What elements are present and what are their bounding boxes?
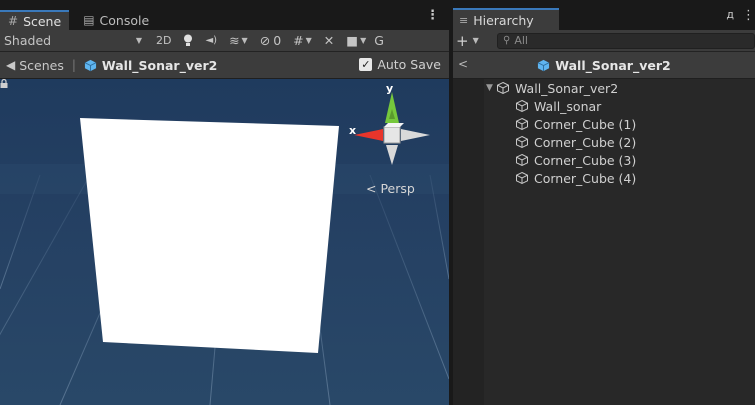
effects-icon: ≋ <box>229 33 240 48</box>
plus-icon: + <box>456 31 469 50</box>
prefab-mode-title-label: Wall_Sonar_ver2 <box>555 58 671 73</box>
search-input[interactable]: ⚲ All <box>497 32 755 49</box>
hierarchy-panel: ≡ Hierarchy д ⋮ + ▼ ⚲ All < Wall_Sonar_v… <box>453 0 755 405</box>
gizmo-x-label: x <box>349 124 357 137</box>
tree-row-label: Wall_sonar <box>534 98 602 114</box>
tab-scene-label: Scene <box>23 13 62 29</box>
hash-grid-icon: # <box>8 14 19 28</box>
hierarchy-list-icon: ≡ <box>459 13 469 27</box>
chevron-down-icon: ▼ <box>360 36 367 45</box>
tree-row[interactable]: Corner_Cube (4) <box>453 169 755 187</box>
auto-save-label: Auto Save <box>377 57 441 72</box>
tab-hierarchy[interactable]: ≡ Hierarchy <box>453 8 559 30</box>
gameobject-icon <box>516 117 528 131</box>
tree-row[interactable]: Corner_Cube (3) <box>453 151 755 169</box>
kebab-menu-icon[interactable]: ⋮ <box>426 8 439 23</box>
gameobject-icon <box>516 153 528 167</box>
gameobject-icon <box>516 99 528 113</box>
tab-scene[interactable]: # Scene <box>0 10 70 30</box>
tree-row[interactable]: Corner_Cube (1) <box>453 115 755 133</box>
hierarchy-tabbar: ≡ Hierarchy д ⋮ <box>453 0 755 30</box>
add-object-button[interactable]: + ▼ <box>453 32 497 50</box>
shading-mode-label: Shaded <box>4 33 52 48</box>
search-placeholder: All <box>514 34 528 47</box>
viewport-canvas <box>0 92 449 405</box>
breadcrumb-current[interactable]: Wall_Sonar_ver2 <box>84 58 217 73</box>
tree-row-label: Corner_Cube (3) <box>534 152 637 168</box>
lock-icon[interactable] <box>0 79 8 88</box>
console-icon: ▤ <box>83 13 95 27</box>
chevron-down-icon: ▼ <box>241 36 248 45</box>
grid-icon: # <box>293 33 304 48</box>
effects-dropdown[interactable]: ≋ ▼ <box>223 30 254 52</box>
kebab-menu-icon[interactable]: ⋮ <box>742 8 755 23</box>
hierarchy-toolbar: + ▼ ⚲ All <box>453 30 755 52</box>
camera-icon: ■ <box>346 33 359 48</box>
tree-row-label: Corner_Cube (1) <box>534 116 637 132</box>
scene-toolbar: Shaded ▼ 2D ◄) ≋ ▼ ⊘ 0 # ▼ ✕ ■ ▼ G <box>0 30 449 52</box>
lighting-toggle-button[interactable] <box>177 30 199 52</box>
chevron-down-icon: ▼ <box>135 36 142 45</box>
foldout-icon[interactable]: ▼ <box>486 83 496 93</box>
toggle-2d-label: 2D <box>156 34 172 47</box>
gizmo-y-label: y <box>386 82 394 95</box>
chevron-down-icon: ▼ <box>472 36 479 45</box>
tools-button[interactable]: ✕ <box>318 30 340 52</box>
breadcrumb-separator: | <box>71 58 76 72</box>
tree-row[interactable]: Corner_Cube (2) <box>453 133 755 151</box>
gizmos-label: G <box>374 33 384 48</box>
camera-dropdown[interactable]: ■ ▼ <box>340 30 372 52</box>
prefab-icon <box>84 59 97 71</box>
breadcrumb: ◀ Scenes | Wall_Sonar_ver2 ✓ Auto Save <box>0 52 449 79</box>
prefab-mode-title: Wall_Sonar_ver2 <box>453 58 755 73</box>
scenes-back-icon: ◀ <box>6 58 16 72</box>
scene-tabbar: # Scene ▤ Console ⋮ <box>0 0 449 30</box>
breadcrumb-scenes[interactable]: ◀ Scenes <box>0 58 64 73</box>
grid-dropdown[interactable]: # ▼ <box>287 30 318 52</box>
auto-save-toggle[interactable]: ✓ Auto Save <box>359 57 441 72</box>
toggle-2d-button[interactable]: 2D <box>150 30 177 52</box>
lock-icon[interactable]: д <box>726 8 734 23</box>
breadcrumb-scenes-label: Scenes <box>19 57 64 73</box>
tree-row-root[interactable]: ▼ Wall_Sonar_ver2 <box>453 79 755 97</box>
orientation-gizmo[interactable] <box>354 92 430 165</box>
tree-row[interactable]: Wall_sonar <box>453 97 755 115</box>
tab-console-label: Console <box>99 12 150 28</box>
wall-plane[interactable] <box>80 118 339 353</box>
scene-panel: # Scene ▤ Console ⋮ Shaded ▼ 2D ◄) ≋ ▼ ⊘… <box>0 0 449 405</box>
scene-viewport[interactable]: y x < Persp <box>0 79 449 405</box>
shading-mode-dropdown[interactable]: Shaded ▼ <box>0 30 150 52</box>
gizmos-dropdown[interactable]: G <box>372 30 386 52</box>
hidden-count: 0 <box>273 33 282 48</box>
tab-hierarchy-label: Hierarchy <box>473 12 534 28</box>
gameobject-icon <box>516 135 528 149</box>
gameobject-icon <box>516 171 528 185</box>
prefab-mode-header: < Wall_Sonar_ver2 <box>453 52 755 79</box>
prefab-icon <box>538 59 550 72</box>
hidden-objects-button[interactable]: ⊘ 0 <box>254 30 287 52</box>
gameobject-icon <box>497 81 509 95</box>
tab-console[interactable]: ▤ Console <box>75 10 157 30</box>
tree-row-label: Corner_Cube (4) <box>534 170 637 186</box>
breadcrumb-current-label: Wall_Sonar_ver2 <box>101 57 218 73</box>
hierarchy-window-controls: д ⋮ <box>726 8 755 23</box>
auto-save-checkbox[interactable]: ✓ <box>359 58 373 71</box>
chevron-down-icon: ▼ <box>305 36 312 45</box>
tree-row-label: Wall_Sonar_ver2 <box>515 80 619 96</box>
audio-toggle-button[interactable]: ◄) <box>199 30 223 52</box>
projection-toggle[interactable]: < Persp <box>366 181 415 196</box>
hierarchy-tree: ▼ Wall_Sonar_ver2 Wall_sonar Corner_Cube… <box>453 79 755 187</box>
projection-label: Persp <box>380 181 415 196</box>
eye-hidden-icon: ⊘ <box>259 33 271 48</box>
search-icon: ⚲ <box>503 35 511 46</box>
speaker-icon: ◄) <box>205 35 218 46</box>
tools-icon: ✕ <box>323 33 335 48</box>
tree-row-label: Corner_Cube (2) <box>534 134 637 150</box>
lightbulb-icon <box>184 34 193 46</box>
persp-icon: < <box>366 181 381 196</box>
